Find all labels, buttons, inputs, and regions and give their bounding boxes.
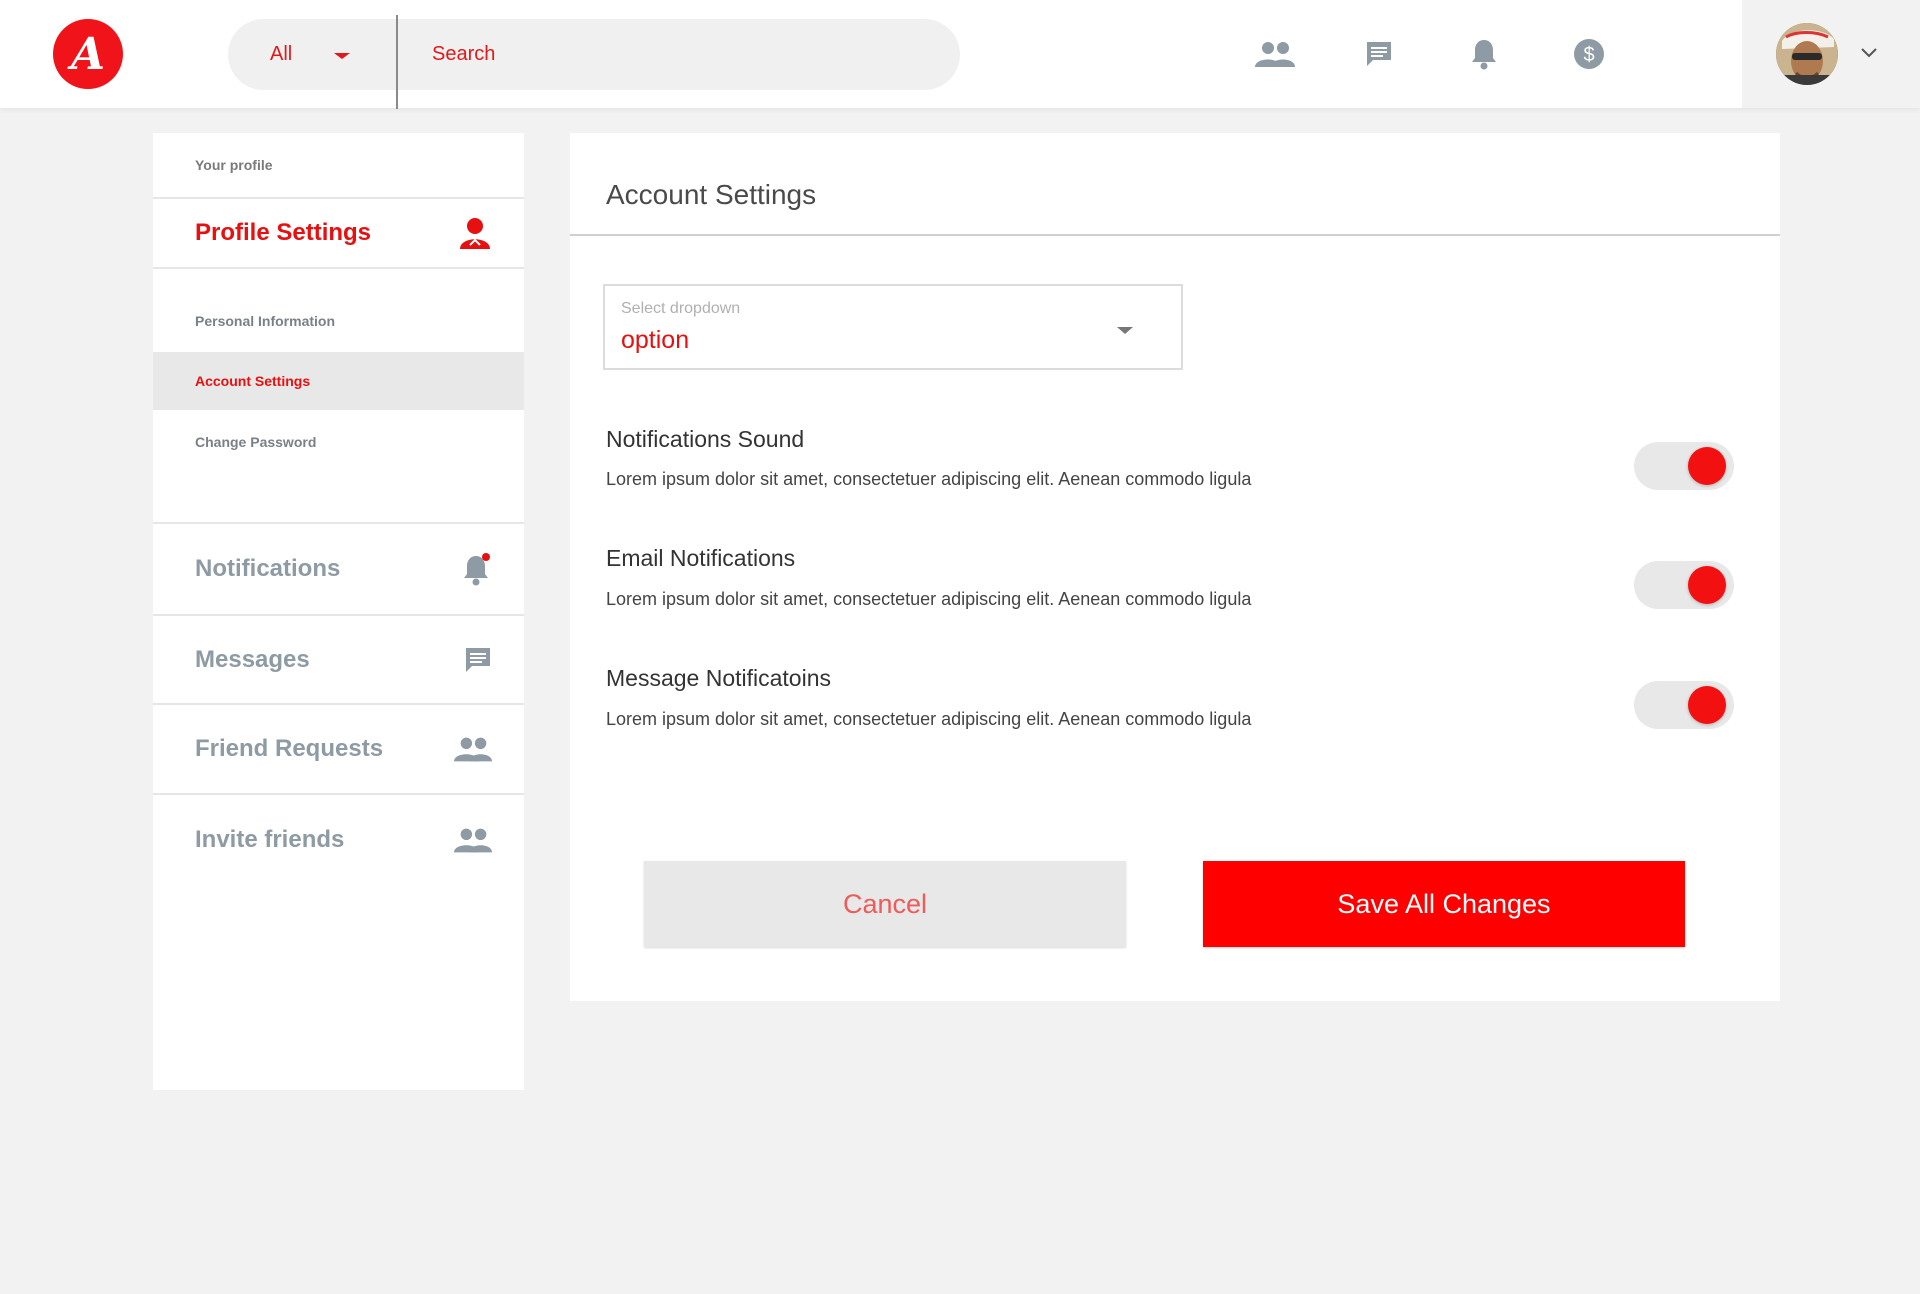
- divider: [570, 234, 1780, 236]
- page-title: Account Settings: [606, 179, 817, 210]
- toggle-knob: [1688, 686, 1726, 724]
- avatar[interactable]: [1776, 23, 1838, 85]
- sidebar-item-account-settings[interactable]: Account Settings: [153, 352, 524, 410]
- svg-text:$: $: [1583, 44, 1594, 66]
- save-all-changes-button[interactable]: Save All Changes: [1203, 861, 1685, 947]
- sidebar-item-friend-requests[interactable]: Friend Requests: [153, 705, 524, 793]
- notifications-sound-toggle[interactable]: [1634, 442, 1734, 490]
- dropdown-label: Select dropdown: [621, 300, 741, 317]
- account-settings-card: Account Settings Select dropdown option …: [570, 133, 1780, 1001]
- app-logo[interactable]: A: [53, 19, 123, 89]
- message-notifications-toggle[interactable]: [1634, 681, 1734, 729]
- setting-description: Lorem ipsum dolor sit amet, consectetuer…: [606, 589, 1252, 609]
- user-icon: [458, 216, 492, 250]
- setting-title: Message Notificatoins: [606, 665, 831, 691]
- search-input[interactable]: [432, 19, 932, 90]
- search-category-dropdown[interactable]: All: [228, 19, 396, 90]
- sidebar-item-notifications[interactable]: Notifications: [153, 524, 524, 614]
- search-bar: All: [228, 15, 960, 109]
- search-divider: [396, 15, 398, 109]
- select-dropdown[interactable]: Select dropdown option: [603, 284, 1183, 370]
- email-notifications-toggle[interactable]: [1634, 561, 1734, 609]
- people-icon: [454, 736, 492, 762]
- caret-down-icon: [1117, 327, 1133, 334]
- sidebar-item-invite-friends[interactable]: Invite friends: [153, 795, 524, 885]
- divider: [153, 267, 524, 269]
- friends-icon[interactable]: [1254, 34, 1296, 74]
- sidebar-item-messages[interactable]: Messages: [153, 616, 524, 704]
- people-icon: [454, 827, 492, 853]
- setting-description: Lorem ipsum dolor sit amet, consectetuer…: [606, 709, 1252, 729]
- message-icon: [464, 646, 492, 674]
- settings-sidebar: Your profile Profile Settings Personal I…: [153, 133, 524, 1090]
- caret-down-icon: [334, 53, 350, 59]
- bell-icon[interactable]: [1463, 34, 1505, 74]
- search-category-label: All: [270, 43, 293, 65]
- dropdown-value: option: [621, 326, 690, 354]
- toggle-knob: [1688, 566, 1726, 604]
- chevron-down-icon[interactable]: [1856, 40, 1882, 66]
- toggle-knob: [1688, 447, 1726, 485]
- sidebar-item-personal-information[interactable]: Personal Information: [153, 292, 524, 350]
- your-profile-link[interactable]: Your profile: [153, 133, 524, 199]
- bell-icon: [462, 552, 492, 586]
- cancel-button[interactable]: Cancel: [644, 861, 1126, 947]
- top-header: A All $: [0, 0, 1920, 109]
- profile-menu[interactable]: [1742, 0, 1920, 108]
- setting-title: Notifications Sound: [606, 426, 805, 452]
- setting-title: Email Notifications: [606, 545, 796, 571]
- sidebar-item-change-password[interactable]: Change Password: [153, 413, 524, 471]
- dollar-icon[interactable]: $: [1568, 34, 1610, 74]
- setting-description: Lorem ipsum dolor sit amet, consectetuer…: [606, 469, 1252, 489]
- messages-icon[interactable]: [1358, 34, 1400, 74]
- sidebar-item-profile-settings[interactable]: Profile Settings: [153, 199, 524, 267]
